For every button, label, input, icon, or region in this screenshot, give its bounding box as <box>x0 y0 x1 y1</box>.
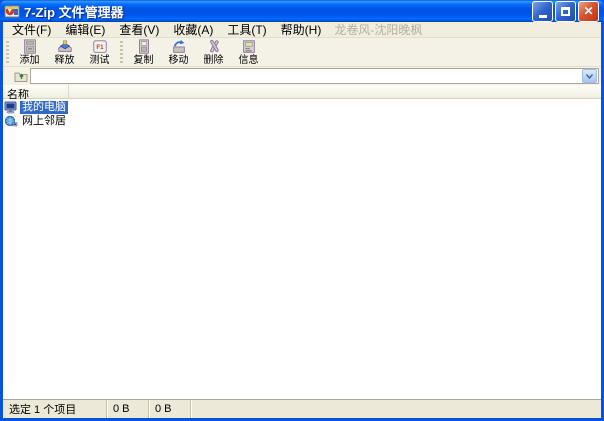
address-bar <box>3 67 601 85</box>
info-button[interactable]: 信息 <box>231 38 266 66</box>
window-content: 文件(F) 编辑(E) 查看(V) 收藏(A) 工具(T) 帮助(H) 龙卷风-… <box>3 22 601 418</box>
info-panel-icon <box>240 39 258 55</box>
extract-button-label: 释放 <box>55 55 75 66</box>
test-button-label: 测试 <box>90 55 110 66</box>
copy-button-label: 复制 <box>134 55 154 66</box>
close-icon: ✕ <box>583 5 593 17</box>
add-button[interactable]: 添加 <box>12 38 47 66</box>
status-size-selected: 0 B <box>107 400 149 418</box>
toolbar-gripper-2[interactable] <box>119 41 124 63</box>
titlebar[interactable]: 7-Zip 文件管理器 ✕ <box>0 0 604 22</box>
menu-tools[interactable]: 工具(T) <box>220 20 273 39</box>
extract-archive-icon <box>56 39 74 55</box>
statusbar-wrap: 选定 1 个项目 0 B 0 B <box>3 399 601 418</box>
column-header-name[interactable]: 名称 <box>3 85 69 98</box>
delete-cross-icon <box>205 39 223 55</box>
svg-text:F1: F1 <box>96 44 104 51</box>
copy-button[interactable]: 复制 <box>126 38 161 66</box>
menu-view[interactable]: 查看(V) <box>112 20 166 39</box>
move-button-label: 移动 <box>169 55 189 66</box>
toolbar: 添加 释放 F1 测试 <box>3 38 601 67</box>
menubar: 文件(F) 编辑(E) 查看(V) 收藏(A) 工具(T) 帮助(H) 龙卷风-… <box>3 22 601 38</box>
maximize-icon <box>561 7 570 16</box>
copy-cabinet-icon <box>135 39 153 55</box>
maximize-button[interactable] <box>555 1 576 22</box>
column-header-filler <box>69 85 601 98</box>
list-item-network-places[interactable]: 网上邻居 <box>3 114 601 128</box>
address-dropdown-button[interactable] <box>582 69 597 83</box>
menu-file[interactable]: 文件(F) <box>5 20 58 39</box>
add-button-label: 添加 <box>20 55 40 66</box>
add-archive-icon <box>21 39 39 55</box>
close-button[interactable]: ✕ <box>578 1 599 22</box>
address-input[interactable] <box>31 69 581 83</box>
toolbar-gripper[interactable] <box>5 41 10 63</box>
up-one-level-button[interactable] <box>12 68 30 84</box>
extract-button[interactable]: 释放 <box>47 38 82 66</box>
move-box-arrow-icon <box>170 39 188 55</box>
status-size-total: 0 B <box>149 400 191 418</box>
list-item-my-computer[interactable]: 我的电脑 <box>3 100 601 114</box>
statusbar: 选定 1 个项目 0 B 0 B <box>3 400 601 418</box>
chevron-down-icon <box>586 74 593 79</box>
info-button-label: 信息 <box>239 55 259 66</box>
test-button[interactable]: F1 测试 <box>82 38 117 66</box>
app-icon <box>4 3 20 19</box>
test-keycap-icon: F1 <box>91 39 109 55</box>
file-list[interactable]: 我的电脑 网上邻居 <box>3 99 601 399</box>
menu-favorites[interactable]: 收藏(A) <box>166 20 220 39</box>
delete-button[interactable]: 删除 <box>196 38 231 66</box>
menu-help[interactable]: 帮助(H) <box>274 20 329 39</box>
minimize-button[interactable] <box>532 1 553 22</box>
menu-edit[interactable]: 编辑(E) <box>58 20 112 39</box>
minimize-icon <box>539 15 547 18</box>
status-filler <box>191 400 601 418</box>
list-item-label[interactable]: 我的电脑 <box>20 101 68 114</box>
delete-button-label: 删除 <box>204 55 224 66</box>
address-combo <box>30 68 599 84</box>
folder-up-icon <box>14 70 29 83</box>
list-header: 名称 <box>3 85 601 99</box>
my-computer-icon <box>4 101 18 114</box>
menubar-signature-text: 龙卷风-沈阳晚枫 <box>328 21 422 38</box>
app-window: 7-Zip 文件管理器 ✕ 文件(F) 编辑(E) 查看(V) 收藏(A) 工具… <box>0 0 604 421</box>
move-button[interactable]: 移动 <box>161 38 196 66</box>
status-selection: 选定 1 个项目 <box>3 400 107 418</box>
list-item-label[interactable]: 网上邻居 <box>20 115 68 128</box>
window-title: 7-Zip 文件管理器 <box>24 2 532 21</box>
network-places-icon <box>4 115 18 128</box>
